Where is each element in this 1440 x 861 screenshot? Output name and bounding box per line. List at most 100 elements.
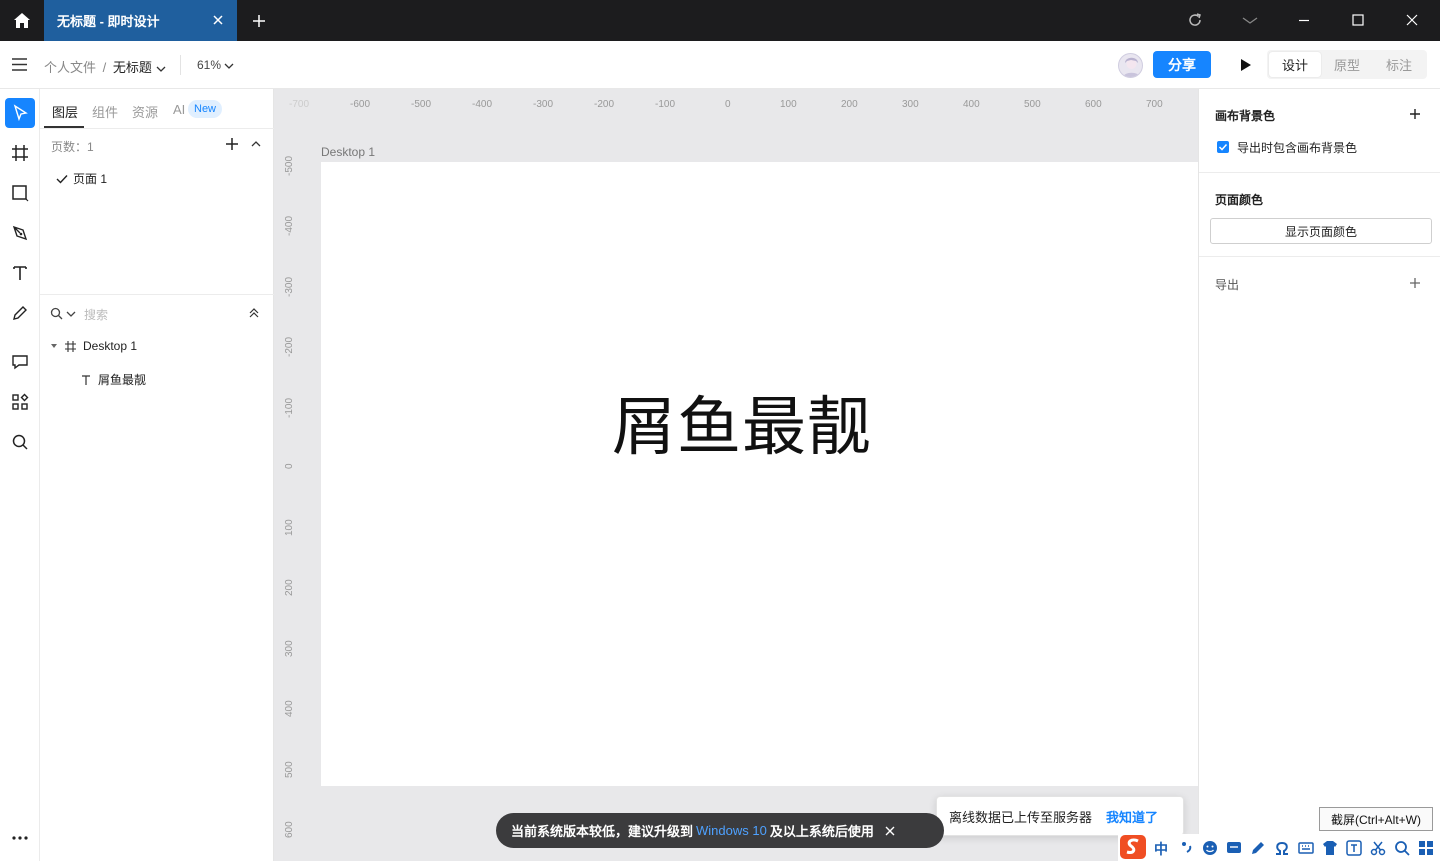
layer-search-filter[interactable] bbox=[50, 306, 76, 320]
pen-tool[interactable] bbox=[5, 218, 35, 248]
share-button[interactable]: 分享 bbox=[1153, 51, 1211, 78]
cursor-icon bbox=[11, 104, 29, 122]
tab-ai[interactable]: AI bbox=[173, 102, 185, 117]
rectangle-tool[interactable] bbox=[5, 178, 35, 208]
new-tab-button[interactable] bbox=[249, 11, 269, 31]
tab-prototype[interactable]: 原型 bbox=[1321, 52, 1373, 77]
ruler-x-label: -100 bbox=[655, 99, 676, 110]
omega-icon[interactable] bbox=[1274, 840, 1290, 856]
layer-row[interactable]: 屑鱼最靓 bbox=[80, 371, 146, 388]
maximize-button[interactable] bbox=[1348, 10, 1368, 30]
layer-search-input[interactable]: 搜索 bbox=[84, 306, 108, 323]
collapse-pages-button[interactable] bbox=[250, 139, 262, 149]
close-icon[interactable] bbox=[211, 13, 225, 27]
ruler-x-label: -500 bbox=[411, 99, 432, 110]
layer-row[interactable]: Desktop 1 bbox=[50, 339, 137, 353]
offline-message: 离线数据已上传至服务器 bbox=[949, 809, 1093, 825]
page-label: 页面 1 bbox=[73, 172, 108, 186]
more-icon bbox=[11, 835, 29, 841]
refresh-button[interactable] bbox=[1185, 10, 1205, 30]
page-item[interactable]: 页面 1 bbox=[56, 170, 107, 187]
zoom-dropdown[interactable]: 61% bbox=[197, 58, 234, 72]
pen-icon bbox=[11, 224, 29, 242]
main-menu-button[interactable] bbox=[11, 57, 28, 72]
scissors-icon[interactable] bbox=[1370, 840, 1386, 856]
dropdown-button[interactable] bbox=[1240, 10, 1260, 30]
export-bg-label[interactable]: 导出时包含画布背景色 bbox=[1237, 139, 1357, 156]
home-button[interactable] bbox=[0, 0, 44, 41]
move-tool[interactable] bbox=[5, 98, 35, 128]
chevron-down-icon[interactable] bbox=[156, 65, 166, 73]
toolbox-icon[interactable] bbox=[1346, 840, 1362, 856]
play-icon bbox=[1236, 55, 1256, 75]
ruler-y-label: 0 bbox=[284, 463, 295, 469]
minimize-button[interactable] bbox=[1294, 10, 1314, 30]
tab-design[interactable]: 设计 bbox=[1269, 52, 1321, 77]
avatar[interactable] bbox=[1118, 53, 1143, 78]
search-icon[interactable] bbox=[1394, 840, 1410, 856]
pencil-tool[interactable] bbox=[5, 298, 35, 328]
tab-layers[interactable]: 图层 bbox=[52, 102, 78, 121]
tab-annotate[interactable]: 标注 bbox=[1373, 52, 1425, 77]
comment-tool[interactable] bbox=[5, 347, 35, 377]
close-icon[interactable] bbox=[884, 825, 896, 837]
ruler-x-label: -300 bbox=[533, 99, 554, 110]
show-page-color-button[interactable]: 显示页面颜色 bbox=[1210, 218, 1432, 244]
text-layer[interactable]: 屑鱼最靓 bbox=[612, 376, 872, 468]
document-tab[interactable]: 无标题 - 即时设计 bbox=[44, 0, 237, 41]
pages-count: 页数：1 bbox=[51, 140, 94, 154]
ime-language[interactable]: 中 bbox=[1154, 839, 1168, 859]
comment-icon bbox=[11, 353, 29, 371]
present-button[interactable] bbox=[1236, 55, 1256, 75]
chevron-down-icon bbox=[224, 62, 234, 70]
ruler-x-label: 700 bbox=[1146, 99, 1163, 110]
add-canvas-bg-button[interactable] bbox=[1409, 108, 1421, 120]
divider bbox=[40, 294, 274, 295]
add-page-button[interactable] bbox=[225, 137, 239, 151]
frame-tool[interactable] bbox=[5, 138, 35, 168]
window-close-button[interactable] bbox=[1402, 10, 1422, 30]
more-tools-button[interactable] bbox=[5, 823, 35, 853]
top-toolbar: 个人文件 / 无标题 61% 分享 设计 原型 标注 bbox=[0, 41, 1440, 89]
tab-assets[interactable]: 资源 bbox=[132, 102, 158, 121]
breadcrumb-separator: / bbox=[102, 60, 107, 75]
keyboard-icon[interactable] bbox=[1298, 840, 1314, 856]
skin-icon[interactable] bbox=[1322, 840, 1338, 856]
text-tool[interactable] bbox=[5, 258, 35, 288]
text-icon bbox=[11, 264, 29, 282]
rectangle-icon bbox=[11, 184, 29, 202]
search-icon bbox=[11, 433, 29, 451]
emoji-icon[interactable] bbox=[1202, 840, 1218, 856]
breadcrumb-current[interactable]: 无标题 bbox=[113, 60, 152, 75]
handwriting-icon[interactable] bbox=[1250, 840, 1266, 856]
export-bg-checkbox[interactable] bbox=[1217, 141, 1229, 153]
properties-panel: 画布背景色 导出时包含画布背景色 页面颜色 显示页面颜色 导出 bbox=[1198, 89, 1440, 861]
sticker-icon[interactable] bbox=[1226, 840, 1242, 856]
frame-label[interactable]: Desktop 1 bbox=[321, 145, 375, 159]
caret-down-icon[interactable] bbox=[50, 342, 58, 350]
export-title: 导出 bbox=[1215, 278, 1240, 292]
frame-icon bbox=[64, 340, 77, 353]
mode-switch: 设计 原型 标注 bbox=[1267, 50, 1427, 79]
breadcrumb-root[interactable]: 个人文件 bbox=[44, 60, 96, 75]
tool-rail bbox=[0, 89, 40, 861]
desktop-frame[interactable]: 屑鱼最靓 bbox=[321, 162, 1198, 786]
ruler-x-label: -400 bbox=[472, 99, 493, 110]
search-tool[interactable] bbox=[5, 427, 35, 457]
add-export-button[interactable] bbox=[1409, 277, 1421, 289]
plugins-tool[interactable] bbox=[5, 387, 35, 417]
ruler-y-label: 400 bbox=[284, 700, 295, 717]
sogou-logo-icon[interactable] bbox=[1118, 834, 1148, 861]
grid-menu-icon[interactable] bbox=[1418, 840, 1434, 856]
collapse-layers-button[interactable] bbox=[248, 307, 260, 319]
ruler-y-label: 500 bbox=[284, 760, 295, 778]
refresh-icon bbox=[1185, 10, 1205, 30]
punctuation-icon[interactable] bbox=[1180, 838, 1194, 856]
canvas[interactable]: -700 -600 -500 -400 -300 -200 -100 0 100 200 300 40… bbox=[274, 89, 1198, 861]
chevron-down-icon bbox=[66, 310, 76, 318]
ruler-y-label: 600 bbox=[284, 821, 295, 838]
offline-ack-button[interactable]: 我知道了 bbox=[1106, 807, 1158, 826]
tab-components[interactable]: 组件 bbox=[92, 102, 118, 121]
upgrade-highlight: Windows 10 bbox=[696, 823, 767, 838]
plugins-icon bbox=[11, 393, 29, 411]
